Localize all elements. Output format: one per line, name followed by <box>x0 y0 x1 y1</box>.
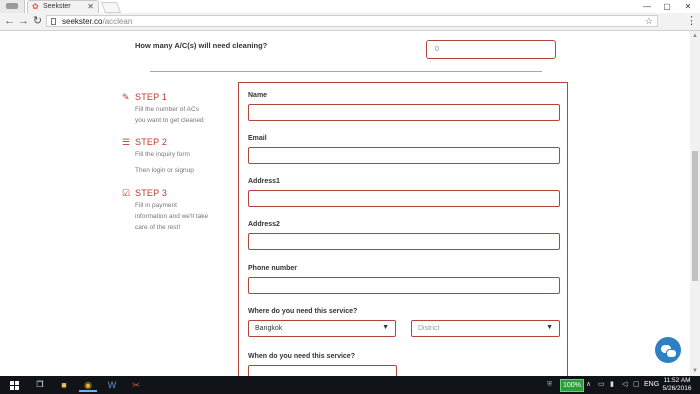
province-value: Bangkok <box>255 325 283 332</box>
chat-button[interactable] <box>655 337 681 363</box>
security-shield-icon[interactable]: ⛨ <box>547 379 552 391</box>
snipping-tool-icon[interactable]: ✂ <box>127 378 145 392</box>
phone-label: Phone number <box>248 265 298 272</box>
task-view-icon[interactable]: ❐ <box>31 378 49 392</box>
step-2-desc-line-1: Fill the inquiry form <box>135 151 190 158</box>
tab-strip: ✿ Seekster ✕ — ▢ ✕ <box>0 0 700 13</box>
address1-label: Address1 <box>248 178 280 185</box>
scroll-down-icon[interactable]: ▼ <box>690 366 700 376</box>
address-bar[interactable]: seekster.co/acclean ☆ <box>46 15 658 27</box>
step-1-desc-line-2: you want to get cleaned <box>135 117 204 124</box>
bookmark-star-icon[interactable]: ☆ <box>645 16 653 27</box>
volume-icon[interactable]: ◁ <box>622 379 627 391</box>
step-3-desc-line-3: care of the rest! <box>135 224 181 231</box>
list-icon: ☰ <box>122 137 131 147</box>
show-hidden-icons[interactable]: ∧ <box>586 379 591 391</box>
address2-label: Address2 <box>248 221 280 228</box>
chrome-menu-icon[interactable]: ⋮ <box>686 14 697 28</box>
district-select[interactable]: District ▼ <box>411 320 560 337</box>
maximize-button[interactable]: ▢ <box>656 0 678 13</box>
tab-title: Seekster <box>43 3 71 10</box>
word-icon[interactable]: W <box>103 378 121 392</box>
ac-count-label: How many A/C(s) will need cleaning? <box>135 41 268 50</box>
scroll-thumb[interactable] <box>692 151 698 281</box>
where-label: Where do you need this service? <box>248 308 358 315</box>
step-3-desc-line-1: Fill in payment <box>135 202 177 209</box>
url-path: /acclean <box>102 17 133 26</box>
forward-arrow-icon[interactable]: → <box>17 14 30 29</box>
windows-taskbar: ❐ ■ ◉ W ✂ ⛨ 100% ∧ ▭ ▮ ◁ ▢ ENG 11:52 AM … <box>0 376 700 394</box>
file-explorer-icon[interactable]: ■ <box>55 378 73 392</box>
when-label: When do you need this service? <box>248 353 355 360</box>
network-icon[interactable]: ▭ <box>598 379 605 391</box>
page-icon <box>51 18 56 25</box>
close-window-button[interactable]: ✕ <box>677 0 699 13</box>
browser-toolbar: ← → ↻ seekster.co/acclean ☆ ⋮ <box>0 13 700 31</box>
vertical-scrollbar[interactable]: ▲ ▼ <box>690 31 700 376</box>
reload-icon[interactable]: ↻ <box>31 14 44 29</box>
profile-button[interactable] <box>0 0 25 13</box>
battery-indicator[interactable]: 100% <box>560 379 584 392</box>
system-clock[interactable]: 11:52 AM 5/26/2016 <box>660 377 694 393</box>
chat-bubble-icon-secondary <box>666 349 677 358</box>
back-arrow-icon[interactable]: ← <box>3 14 16 29</box>
ac-count-input[interactable]: 0 <box>426 40 556 59</box>
step-2-title: STEP 2 <box>135 137 168 147</box>
step-1-desc-line-1: Fill the number of ACs <box>135 106 199 113</box>
phone-field[interactable] <box>248 277 560 294</box>
address2-field[interactable] <box>248 233 560 250</box>
url-text: seekster.co/acclean <box>62 16 132 27</box>
province-select[interactable]: Bangkok ▼ <box>248 320 396 337</box>
page-content: How many A/C(s) will need cleaning? 0 ✎ … <box>0 31 690 376</box>
url-host: seekster.co <box>62 17 103 26</box>
language-indicator[interactable]: ENG <box>644 379 659 391</box>
step-1-title: STEP 1 <box>135 92 168 102</box>
step-3-title: STEP 3 <box>135 188 168 198</box>
clock-date: 5/26/2016 <box>662 385 692 392</box>
edit-icon: ✎ <box>122 92 130 102</box>
chevron-down-icon: ▼ <box>382 324 389 331</box>
divider <box>150 71 542 72</box>
chevron-down-icon: ▼ <box>546 324 553 331</box>
seekster-favicon-icon: ✿ <box>32 2 39 11</box>
step-3-desc-line-2: information and we'll take <box>135 213 209 220</box>
email-field[interactable] <box>248 147 560 164</box>
minimize-button[interactable]: — <box>636 0 658 13</box>
district-placeholder: District <box>418 325 440 332</box>
checkbox-icon: ☑ <box>122 188 131 198</box>
tab-close-icon[interactable]: ✕ <box>87 2 94 11</box>
new-tab-button[interactable] <box>100 2 122 13</box>
windows-logo-icon <box>10 381 19 390</box>
scroll-up-icon[interactable]: ▲ <box>690 31 700 41</box>
date-field[interactable] <box>248 365 397 376</box>
chrome-icon[interactable]: ◉ <box>79 378 97 392</box>
notifications-icon[interactable]: ▢ <box>633 379 640 391</box>
battery-icon[interactable]: ▮ <box>610 379 614 391</box>
step-2-desc-line-2: Then login or signup <box>135 167 194 174</box>
name-field[interactable] <box>248 104 560 121</box>
clock-time: 11:52 AM <box>663 377 691 384</box>
start-button[interactable] <box>6 378 24 392</box>
email-label: Email <box>248 135 267 142</box>
address1-field[interactable] <box>248 190 560 207</box>
name-label: Name <box>248 92 268 99</box>
inquiry-form: Name Email Address1 Address2 Phone numbe… <box>238 82 568 376</box>
browser-tab[interactable]: ✿ Seekster ✕ <box>27 0 99 13</box>
